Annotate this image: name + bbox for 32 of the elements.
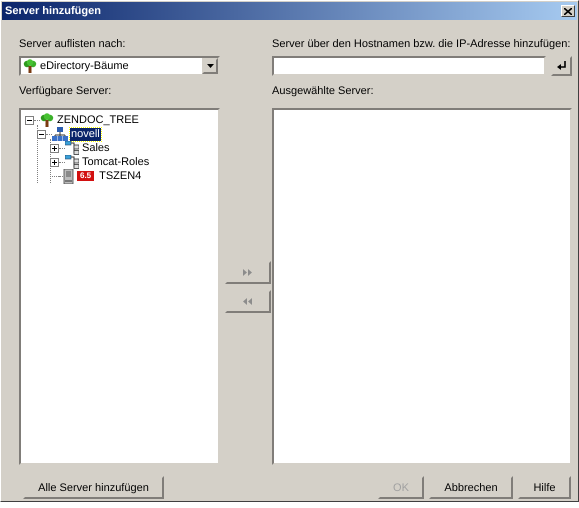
window-title: Server hinzufügen (5, 5, 101, 17)
expand-icon[interactable] (50, 144, 59, 152)
tree-icon (40, 113, 54, 127)
version-badge: 6.5 (77, 171, 94, 181)
tree-item[interactable]: Tomcat-Roles (81, 156, 150, 168)
collapse-icon[interactable] (37, 130, 46, 138)
double-right-arrow-icon (243, 268, 252, 276)
container-icon (65, 141, 79, 155)
server-icon (63, 168, 75, 184)
dropdown-value: eDirectory-Bäume (40, 60, 130, 72)
enter-arrow-icon (556, 61, 566, 71)
double-left-arrow-icon (243, 298, 252, 304)
tree-icon (23, 59, 37, 73)
expand-icon[interactable] (50, 158, 59, 166)
field-label: Server auflisten nach: (19, 38, 126, 51)
container-icon (65, 155, 79, 169)
tree-item[interactable]: novell (70, 128, 101, 140)
host-input-field[interactable] (272, 56, 546, 76)
close-button[interactable] (561, 5, 575, 17)
tree-item[interactable]: Sales (81, 142, 111, 154)
tree-item[interactable]: ZENDOC_TREE (56, 114, 140, 126)
field-label: Ausgewählte Server: (272, 85, 374, 98)
tree-item[interactable]: TSZEN4 (98, 170, 142, 182)
collapse-icon[interactable] (25, 116, 34, 124)
dialog-button[interactable]: Hilfe (518, 476, 571, 499)
field-label: Server über den Hostnamen bzw. die IP-Adresse hinzufügen: (272, 38, 572, 51)
close-icon (564, 8, 572, 14)
dialog-button[interactable]: Abbrechen (429, 476, 513, 499)
network-icon (52, 127, 68, 141)
dialog-button[interactable]: Alle Server hinzufügen (23, 476, 164, 499)
list-by-dropdown[interactable]: eDirectory-Bäume (19, 56, 220, 76)
field-label: Verfügbare Server: (19, 85, 112, 98)
